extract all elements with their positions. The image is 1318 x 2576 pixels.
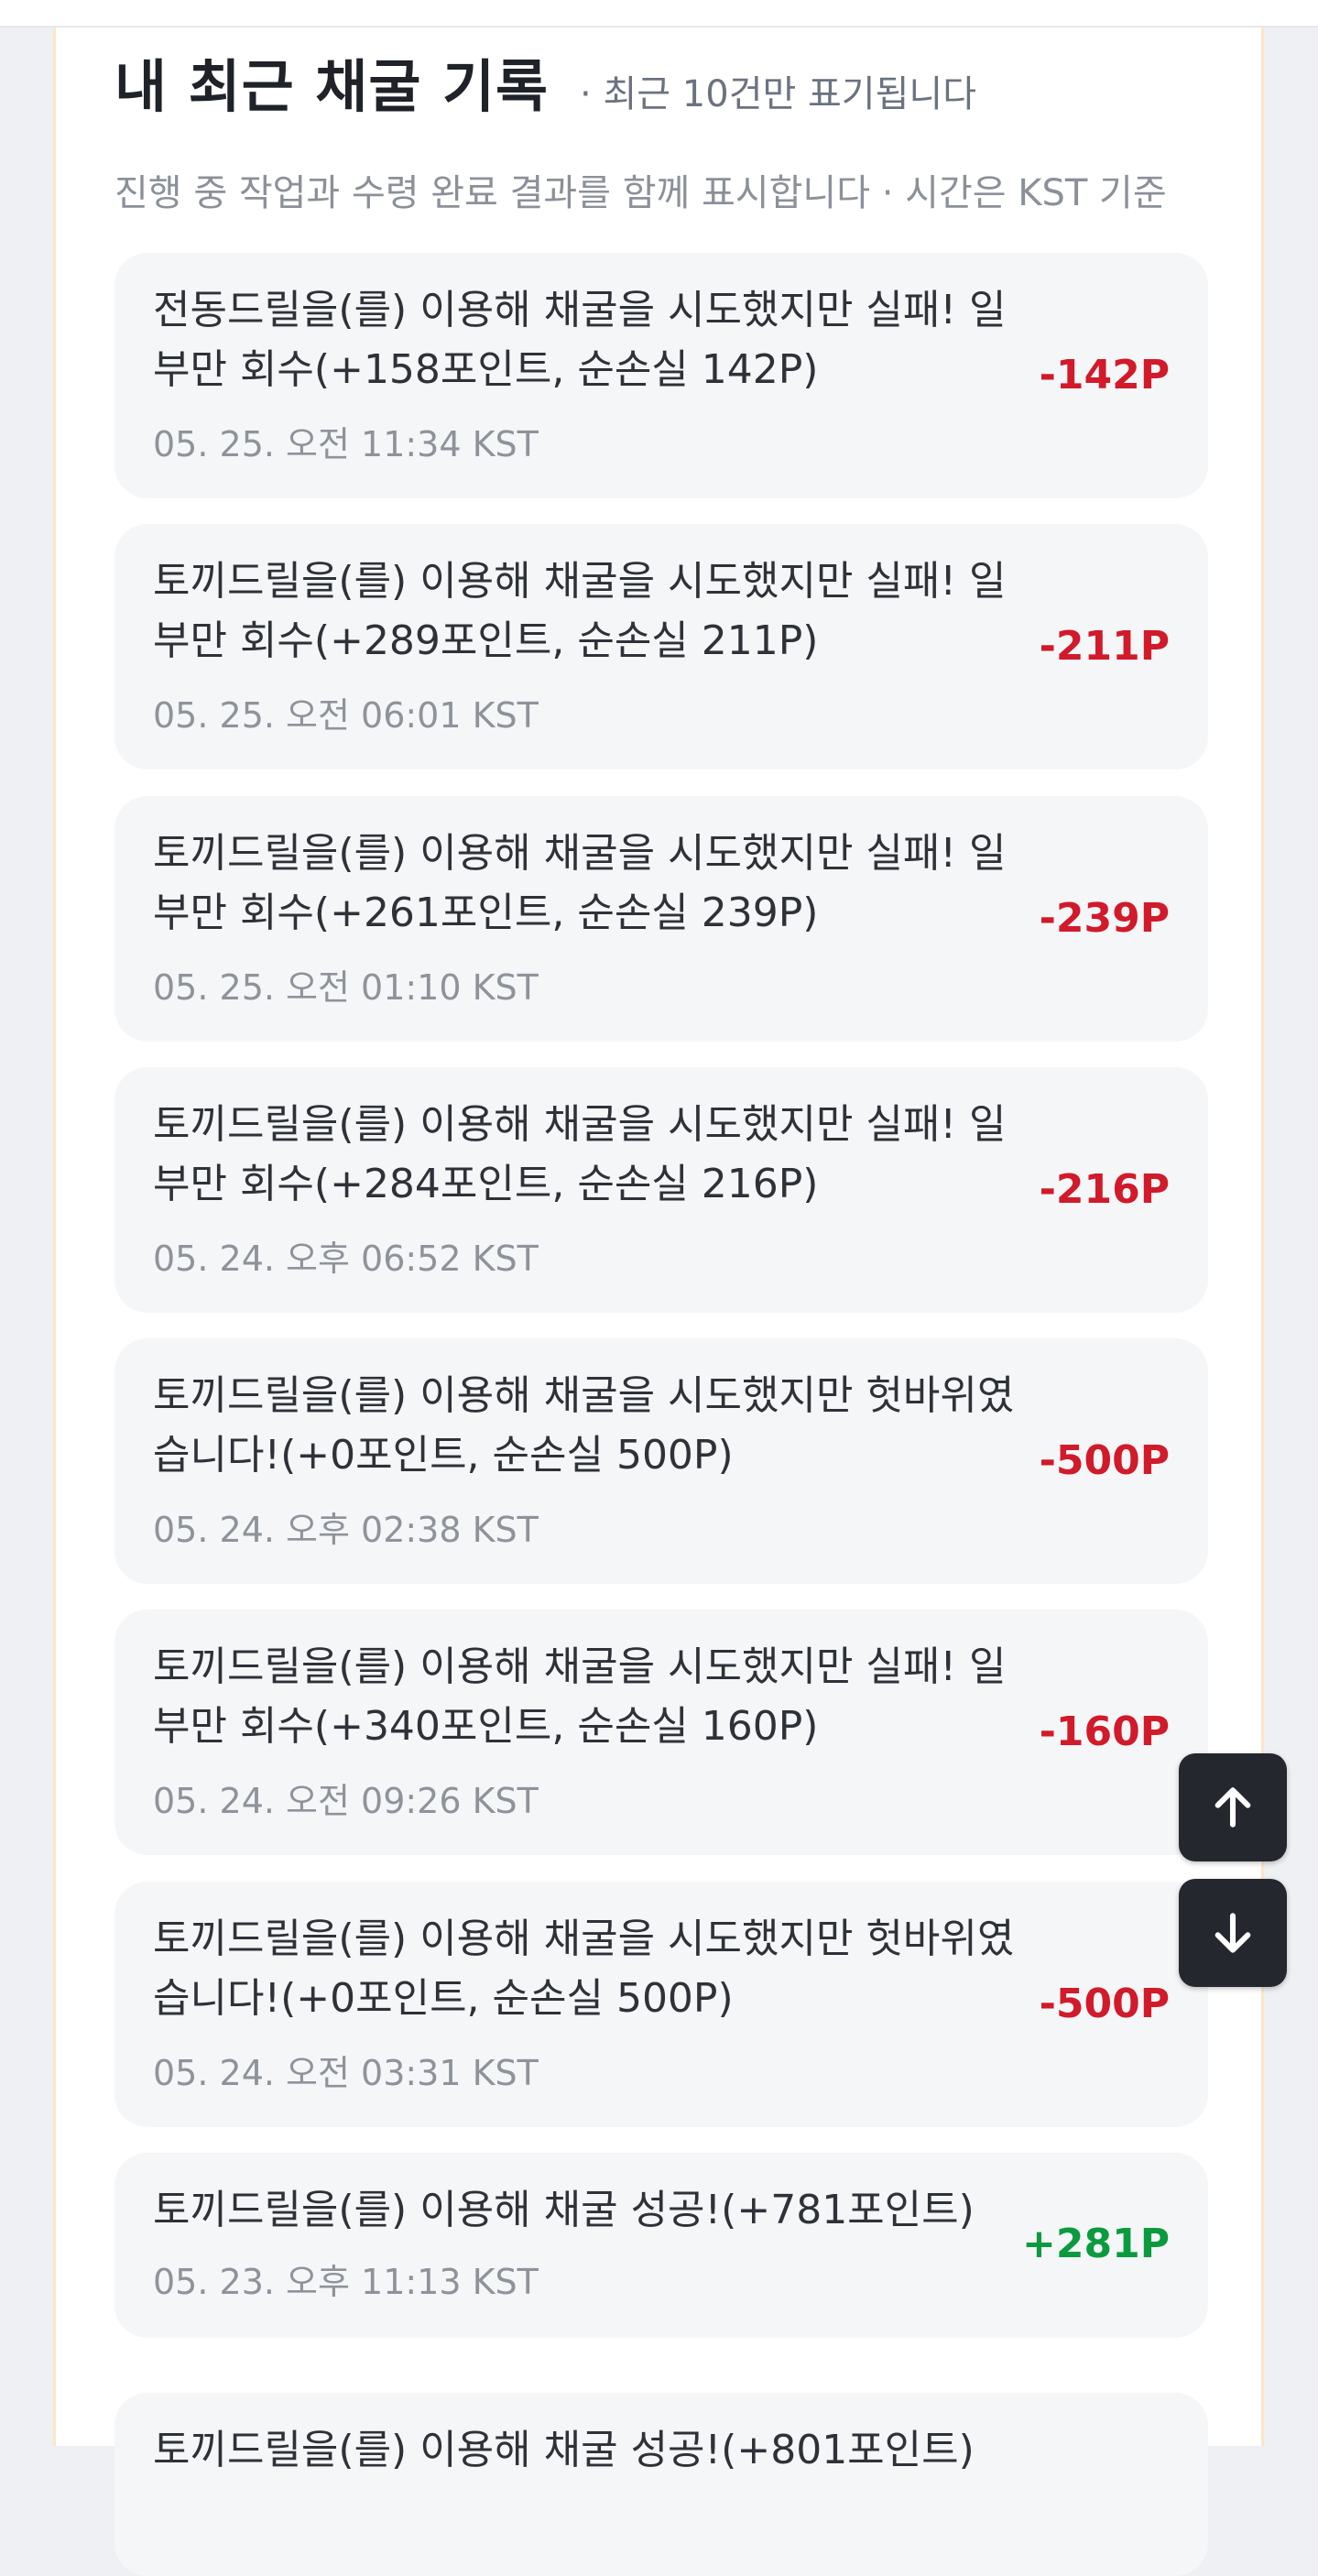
record-item: 토끼드릴을(를) 이용해 채굴 성공!(+801포인트) — [114, 2393, 1208, 2576]
record-text: 토끼드릴을(를) 이용해 채굴을 시도했지만 실패! 일부만 회수(+289포인… — [153, 558, 1007, 664]
record-amount: -500P — [1039, 1437, 1170, 1484]
record-item: 토끼드릴을(를) 이용해 채굴을 시도했지만 실패! 일부만 회수(+340포인… — [114, 1610, 1208, 1855]
record-text: 토끼드릴을(를) 이용해 채굴을 시도했지만 헛바위였습니다!(+0포인트, 순… — [153, 1916, 1015, 2022]
record-item: 토끼드릴을(를) 이용해 채굴을 시도했지만 실패! 일부만 회수(+284포인… — [114, 1067, 1208, 1313]
record-text: 토끼드릴을(를) 이용해 채굴을 시도했지만 헛바위였습니다!(+0포인트, 순… — [153, 1372, 1015, 1479]
record-time: 05. 24. 오후 02:38 KST — [153, 1510, 539, 1550]
arrow-down-icon — [1215, 1913, 1251, 1953]
section-subtitle: 진행 중 작업과 수령 완료 결과를 함께 표시합니다 · 시간은 KST 기준 — [114, 172, 1167, 214]
record-amount: -500P — [1039, 1981, 1170, 2027]
record-item: 전동드릴을(를) 이용해 채굴을 시도했지만 실패! 일부만 회수(+158포인… — [114, 253, 1208, 498]
record-text: 전동드릴을(를) 이용해 채굴을 시도했지만 실패! 일부만 회수(+158포인… — [153, 287, 1007, 393]
arrow-up-icon — [1215, 1787, 1251, 1828]
record-text: 토끼드릴을(를) 이용해 채굴 성공!(+801포인트) — [153, 2427, 975, 2473]
record-amount: -142P — [1039, 352, 1170, 398]
section-header: 내 최근 채굴 기록 · 최근 10건만 표기됩니다 — [114, 40, 976, 123]
record-text: 토끼드릴을(를) 이용해 채굴 성공!(+781포인트) — [153, 2187, 975, 2233]
record-item: 토끼드릴을(를) 이용해 채굴을 시도했지만 헛바위였습니다!(+0포인트, 순… — [114, 1338, 1208, 1584]
record-amount: -211P — [1039, 623, 1170, 670]
record-item: 토끼드릴을(를) 이용해 채굴을 시도했지만 실패! 일부만 회수(+261포인… — [114, 796, 1208, 1042]
record-item: 토끼드릴을(를) 이용해 채굴을 시도했지만 실패! 일부만 회수(+289포인… — [114, 524, 1208, 770]
record-text: 토끼드릴을(를) 이용해 채굴을 시도했지만 실패! 일부만 회수(+261포인… — [153, 830, 1007, 936]
record-time: 05. 25. 오전 06:01 KST — [153, 695, 539, 736]
scroll-down-button[interactable] — [1179, 1879, 1287, 1987]
record-amount: -160P — [1039, 1708, 1170, 1755]
record-time: 05. 23. 오후 11:13 KST — [153, 2262, 539, 2302]
scroll-up-button[interactable] — [1179, 1753, 1287, 1861]
record-time: 05. 24. 오후 06:52 KST — [153, 1239, 539, 1279]
record-time: 05. 24. 오전 09:26 KST — [153, 1781, 539, 1821]
record-text: 토끼드릴을(를) 이용해 채굴을 시도했지만 실패! 일부만 회수(+284포인… — [153, 1101, 1007, 1207]
record-item: 토끼드릴을(를) 이용해 채굴 성공!(+781포인트) 05. 23. 오후 1… — [114, 2153, 1208, 2338]
mining-history-card: 내 최근 채굴 기록 · 최근 10건만 표기됩니다 진행 중 작업과 수령 완… — [53, 27, 1264, 2576]
record-time: 05. 25. 오전 11:34 KST — [153, 424, 539, 464]
section-note: · 최근 10건만 표기됩니다 — [580, 73, 977, 115]
section-title: 내 최근 채굴 기록 — [114, 53, 550, 120]
record-amount: -239P — [1039, 895, 1170, 942]
record-amount: +281P — [1022, 2221, 1170, 2267]
record-text: 토끼드릴을(를) 이용해 채굴을 시도했지만 실패! 일부만 회수(+340포인… — [153, 1643, 1007, 1750]
record-item: 토끼드릴을(를) 이용해 채굴을 시도했지만 헛바위였습니다!(+0포인트, 순… — [114, 1882, 1208, 2127]
top-bar — [0, 0, 1318, 27]
record-amount: -216P — [1039, 1166, 1170, 1213]
record-time: 05. 25. 오전 01:10 KST — [153, 967, 539, 1008]
record-time: 05. 24. 오전 03:31 KST — [153, 2053, 539, 2093]
